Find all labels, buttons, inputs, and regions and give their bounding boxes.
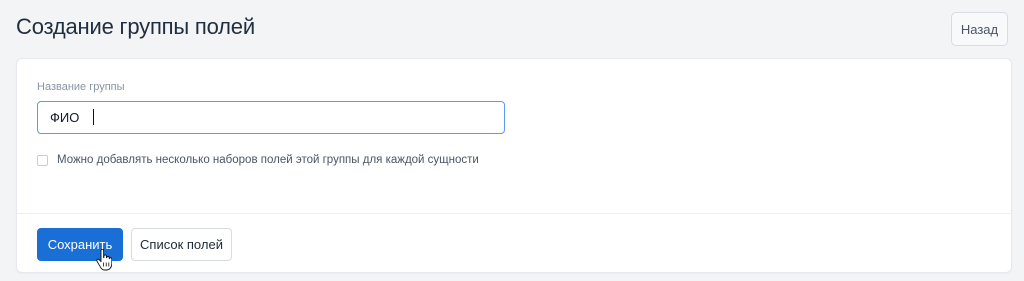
fields-list-button[interactable]: Список полей xyxy=(131,228,232,261)
back-button[interactable]: Назад xyxy=(951,12,1008,46)
group-name-label: Название группы xyxy=(37,81,125,93)
multiple-sets-checkbox[interactable] xyxy=(37,154,48,166)
text-caret xyxy=(93,109,94,125)
group-name-input[interactable] xyxy=(37,101,505,134)
page-header: Создание группы полей Назад xyxy=(0,0,1024,58)
multiple-sets-option[interactable]: Можно добавлять несколько наборов полей … xyxy=(37,154,479,166)
footer-divider xyxy=(17,213,1011,214)
multiple-sets-label[interactable]: Можно добавлять несколько наборов полей … xyxy=(57,154,479,166)
hand-pointer-icon xyxy=(96,249,112,271)
form-footer: Сохранить Список полей xyxy=(37,228,232,261)
page-title: Создание группы полей xyxy=(16,14,255,39)
group-form-card: Название группы Можно добавлять нескольк… xyxy=(16,58,1012,273)
